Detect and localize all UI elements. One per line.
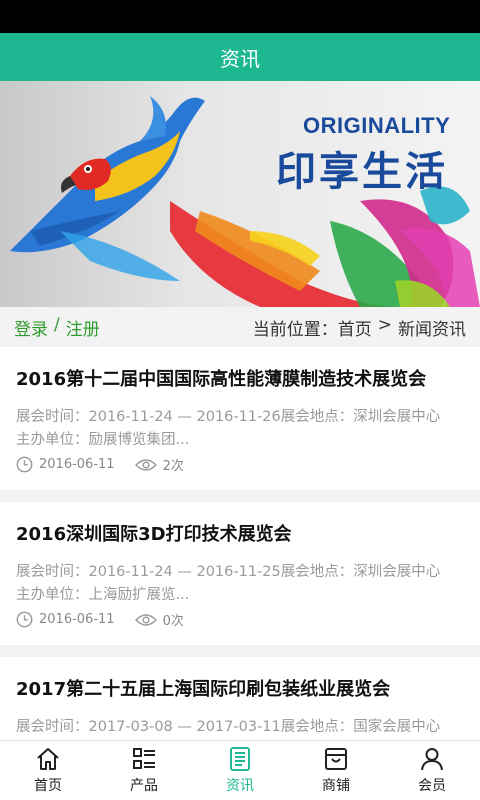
article-time-location: 展会时间：2016-11-24 — 2016-11-26展会地点：深圳会展中心: [16, 409, 441, 425]
auth-links: 登录 / 注册: [14, 315, 100, 340]
bottom-tab-bar: 首页 产品 资讯 商铺 会员: [0, 740, 480, 800]
article-title[interactable]: 2016深圳国际3D打印技术展览会: [16, 520, 292, 546]
clock-icon: [16, 456, 33, 473]
breadcrumb-current: 新闻资讯: [398, 319, 466, 340]
page-title: 资讯: [220, 46, 260, 71]
user-icon: [421, 748, 443, 771]
article-date: 2016-06-11: [39, 612, 115, 627]
article-views: 0次: [134, 610, 184, 629]
register-link[interactable]: 注册: [66, 315, 100, 340]
breadcrumb: 当前位置： 首页 > 新闻资讯: [253, 315, 466, 340]
status-bar: [0, 0, 480, 33]
tab-label: 首页: [34, 778, 62, 794]
list-icon: [133, 748, 155, 769]
tab-label: 产品: [130, 778, 158, 794]
article-time-location: 展会时间：2016-11-24 — 2016-11-25展会地点：深圳会展中心: [16, 564, 441, 580]
login-link[interactable]: 登录: [14, 315, 48, 340]
tab-shops[interactable]: 商铺: [288, 741, 384, 800]
eye-icon: [134, 613, 157, 626]
banner[interactable]: ORIGINALITY 印享生活: [0, 81, 480, 307]
tab-member[interactable]: 会员: [384, 741, 480, 800]
article-organizer: 主办单位：上海励扩展览...: [16, 587, 190, 603]
article-card[interactable]: 2016第十二届中国国际高性能薄膜制造技术展览会 展会时间：2016-11-24…: [0, 347, 480, 490]
tab-news[interactable]: 资讯: [192, 741, 288, 800]
article-view-count: 0次: [162, 614, 184, 629]
article-card[interactable]: 2016深圳国际3D打印技术展览会 展会时间：2016-11-24 — 2016…: [0, 502, 480, 645]
breadcrumb-label: 当前位置：: [252, 319, 338, 340]
breadcrumb-home[interactable]: 首页: [338, 315, 372, 340]
breadcrumb-arrow: >: [377, 314, 392, 335]
home-icon: [37, 748, 59, 770]
article-organizer: 主办单位：励展博览集团...: [16, 432, 190, 448]
tab-home[interactable]: 首页: [0, 741, 96, 800]
tab-label: 资讯: [226, 778, 254, 794]
banner-brand-cn: 印享生活: [276, 149, 448, 195]
article-title[interactable]: 2017第二十五届上海国际印刷包装纸业展览会: [16, 675, 390, 701]
article-card[interactable]: 2017第二十五届上海国际印刷包装纸业展览会 展会时间：2017-03-08 —…: [0, 657, 480, 740]
clock-icon: [16, 611, 33, 628]
article-time-location: 展会时间：2017-03-08 — 2017-03-11展会地点：国家会展中心: [16, 719, 441, 735]
article-meta: 2016-06-11 2次: [16, 455, 184, 474]
article-meta: 2016-06-11 0次: [16, 610, 184, 629]
sub-navigation: 登录 / 注册 当前位置： 首页 > 新闻资讯: [0, 307, 480, 347]
app-header: 资讯: [0, 33, 480, 81]
article-view-count: 2次: [162, 459, 184, 474]
article-list: 2016第十二届中国国际高性能薄膜制造技术展览会 展会时间：2016-11-24…: [0, 347, 480, 740]
article-title[interactable]: 2016第十二届中国国际高性能薄膜制造技术展览会: [16, 365, 426, 391]
tab-label: 商铺: [322, 778, 350, 794]
tab-label: 会员: [418, 778, 446, 794]
eye-icon: [134, 458, 157, 471]
auth-separator: /: [54, 314, 60, 335]
tab-products[interactable]: 产品: [96, 741, 192, 800]
news-icon: [230, 747, 250, 771]
banner-brand-en: ORIGINALITY: [303, 113, 451, 138]
article-views: 2次: [134, 455, 184, 474]
shop-icon: [325, 748, 347, 770]
article-date: 2016-06-11: [39, 457, 115, 472]
